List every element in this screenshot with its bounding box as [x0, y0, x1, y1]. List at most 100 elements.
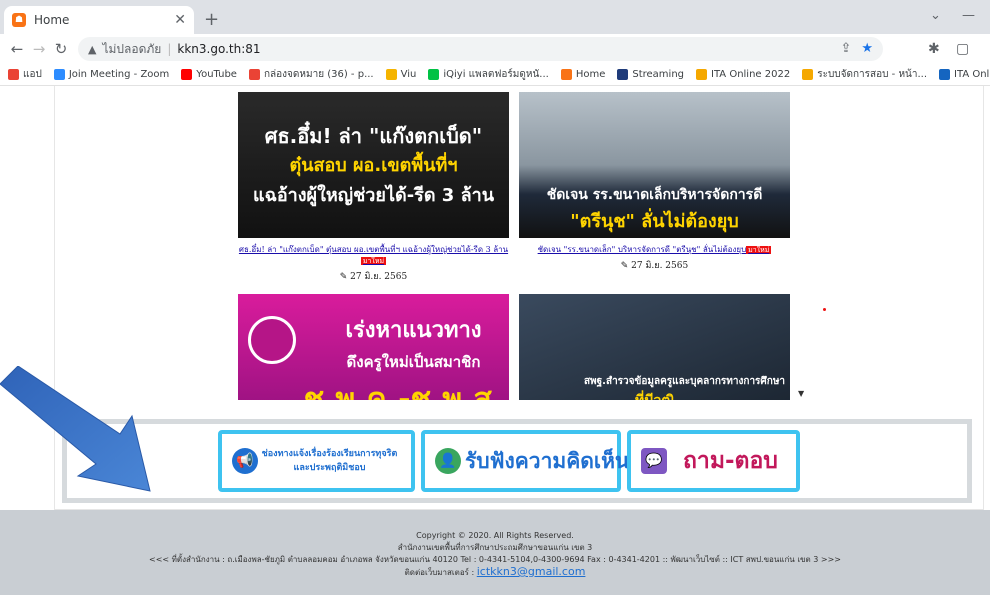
chevron-down-icon[interactable]: ⌄ [930, 8, 941, 23]
scroll-down-icon[interactable]: ▼ [798, 389, 804, 398]
browser-toolbar: ← → ↻ ▲ ไม่ปลอดภัย | kkn3.go.th:81 ⇪ ★ [0, 34, 990, 64]
bookmark-favicon-icon [696, 69, 708, 80]
news-title-link[interactable]: ชัดเจน "รร.ขนาดเล็ก" บริหารจัดการดี "ตรี… [519, 244, 790, 256]
bookmark-label: Join Meeting - Zoom [68, 69, 170, 80]
contact-line: ติดต่อเว็บมาสเตอร์ : ictkkn3@gmail.com [0, 566, 990, 579]
bookmark-label: Streaming [632, 69, 685, 80]
bookmark-item[interactable]: YouTube [181, 69, 237, 80]
news-date: ✎ 27 มิ.ย. 2565 [339, 272, 408, 282]
person-icon: 👤 [435, 448, 461, 474]
address-bar[interactable]: ▲ ไม่ปลอดภัย | kkn3.go.th:81 ⇪ ★ [78, 37, 883, 61]
new-badge: มาใหม่ [360, 257, 387, 265]
url-separator: | [167, 42, 172, 56]
bookmark-favicon-icon [802, 69, 814, 80]
thumb-headline: "ตรีนุช" ลั่นไม่ต้องยุบ [570, 211, 739, 232]
thumb-headline: ช.พ.ค.-ช.พ.ส. [303, 382, 504, 400]
complaint-button[interactable]: 📢 ช่องทางแจ้งเรื่องร้องเรียนการทุจริต แล… [218, 430, 415, 492]
scrollbar[interactable]: ▼ [798, 92, 808, 400]
complaint-label: ช่องทางแจ้งเรื่องร้องเรียนการทุจริต และป… [261, 449, 398, 473]
news-item: เร่งหาแนวทาง ดึงครูใหม่เป็นสมาชิก ช.พ.ค.… [238, 294, 509, 400]
thumb-headline: สพฐ.สำรวจข้อมูลครูและบุคลากรทางการศึกษา [583, 376, 786, 387]
bookmark-label: iQiyi แพลตฟอร์มดูหนั... [443, 69, 549, 80]
bookmark-favicon-icon [181, 69, 193, 80]
qa-label: ถาม-ตอบ [683, 448, 778, 474]
bookmark-item[interactable]: ระบบจัดการสอบ - หน้า... [802, 67, 927, 82]
bookmark-favicon-icon [617, 69, 629, 80]
web-page: ศธ.อึ๋ม! ล่า "แก๊งตกเบ็ด" ตุ๋นสอบ ผอ.เขต… [0, 86, 990, 595]
bookmark-item[interactable]: Home [560, 69, 606, 80]
bookmark-label: แอป [23, 69, 42, 80]
new-tab-button[interactable]: + [204, 9, 219, 30]
thumb-headline: ศธ.อึ๋ม! ล่า "แก๊งตกเบ็ด" [264, 124, 483, 148]
bookmark-label: Viu [400, 69, 417, 80]
qa-button[interactable]: 💬 ถาม-ตอบ [627, 430, 800, 492]
bookmark-label: กล่องจดหมาย (36) - p... [263, 69, 374, 80]
news-title-link[interactable]: ศธ.อึ๋ม! ล่า "แก๊งตกเบ็ด" ตุ๋นสอบ ผอ.เขต… [238, 244, 509, 267]
close-tab-icon[interactable]: ✕ [174, 12, 186, 28]
thumb-headline: แฉอ้างผู้ใหญ่ช่วยได้-รีด 3 ล้าน [252, 185, 495, 206]
reload-icon[interactable]: ↻ [50, 40, 72, 58]
bookmark-favicon-icon [560, 69, 572, 80]
news-title: ชัดเจน "รร.ขนาดเล็ก" บริหารจัดการดี "ตรี… [537, 245, 747, 254]
url-text[interactable]: kkn3.go.th:81 [177, 42, 260, 56]
bookmark-item[interactable]: ITA Online สถานศึกษา [939, 67, 990, 82]
feedback-button[interactable]: 👤 รับฟังความคิดเห็น [421, 430, 629, 492]
bookmark-label: Home [575, 69, 606, 80]
bookmarks-bar: แอป Join Meeting - Zoom YouTube กล่องจดหมาย… [0, 64, 990, 86]
bookmark-label: ITA Online สถานศึกษา [954, 69, 990, 80]
news-item: ชัดเจน รร.ขนาดเล็กบริหารจัดการดี "ตรีนุช… [519, 92, 790, 272]
pointer-arrow-icon [0, 366, 151, 492]
service-banner-box: 📢 ช่องทางแจ้งเรื่องร้องเรียนการทุจริต แล… [62, 419, 972, 503]
chat-people-icon: 💬 [641, 448, 667, 474]
back-arrow-icon[interactable]: ← [6, 40, 28, 58]
news-thumbnail[interactable]: สพฐ.สำรวจข้อมูลครูและบุคลากรทางการศึกษา … [519, 294, 790, 400]
bookmark-favicon-icon [53, 69, 65, 80]
tab-strip: ☗ Home ✕ + ⌄ — [0, 0, 990, 34]
bookmark-item[interactable]: กล่องจดหมาย (36) - p... [248, 67, 374, 82]
bookmark-favicon-icon [8, 69, 19, 80]
share-icon[interactable]: ⇪ [840, 41, 851, 56]
tab-home[interactable]: ☗ Home ✕ [4, 6, 194, 34]
news-scroll-area[interactable]: ศธ.อึ๋ม! ล่า "แก๊งตกเบ็ด" ตุ๋นสอบ ผอ.เขต… [238, 92, 806, 400]
bookmark-label: ITA Online 2022 [711, 69, 791, 80]
megaphone-icon: 📢 [232, 448, 258, 474]
news-item: ศธ.อึ๋ม! ล่า "แก๊งตกเบ็ด" ตุ๋นสอบ ผอ.เขต… [238, 92, 509, 283]
news-thumbnail[interactable]: ชัดเจน รร.ขนาดเล็กบริหารจัดการดี "ตรีนุช… [519, 92, 790, 238]
organization-name: สำนักงานเขตพื้นที่การศึกษาประถมศึกษาขอนแ… [397, 543, 593, 552]
warning-icon[interactable]: ▲ [88, 43, 96, 56]
news-title: ศธ.อึ๋ม! ล่า "แก๊งตกเบ็ด" ตุ๋นสอบ ผอ.เขต… [238, 245, 509, 254]
bookmark-item[interactable]: แอป [8, 67, 42, 82]
bookmark-item[interactable]: Streaming [617, 69, 684, 80]
thumb-headline: ตุ๋นสอบ ผอ.เขตพื้นที่ฯ [289, 155, 458, 176]
new-badge: มาใหม่ [746, 246, 772, 254]
security-label: ไม่ปลอดภัย [102, 41, 162, 56]
thumb-headline: เร่งหาแนวทาง [345, 318, 482, 343]
news-item: สพฐ.สำรวจข้อมูลครูและบุคลากรทางการศึกษา … [519, 294, 790, 400]
tab-title: Home [34, 13, 70, 27]
bookmark-star-icon[interactable]: ★ [861, 41, 873, 56]
side-panel-icon[interactable]: ▢ [956, 41, 969, 57]
forward-arrow-icon[interactable]: → [28, 40, 50, 58]
contact-label: ติดต่อเว็บมาสเตอร์ : [404, 568, 475, 577]
bookmark-favicon-icon [248, 69, 260, 80]
red-dot [823, 308, 826, 311]
school-logo-icon: ☗ [12, 13, 26, 27]
feedback-label: รับฟังความคิดเห็น [465, 448, 630, 473]
thumb-headline: ชัดเจน รร.ขนาดเล็กบริหารจัดการดี [546, 187, 763, 203]
bookmark-item[interactable]: Join Meeting - Zoom [53, 69, 170, 80]
bookmark-label: ระบบจัดการสอบ - หน้า... [817, 69, 928, 80]
bookmark-item[interactable]: iQiyi แพลตฟอร์มดูหนั... [428, 67, 549, 82]
extensions-icon[interactable]: ✱ [928, 41, 940, 57]
news-thumbnail[interactable]: ศธ.อึ๋ม! ล่า "แก๊งตกเบ็ด" ตุ๋นสอบ ผอ.เขต… [238, 92, 509, 238]
bookmark-item[interactable]: ITA Online 2022 [696, 69, 790, 80]
news-thumbnail[interactable]: เร่งหาแนวทาง ดึงครูใหม่เป็นสมาชิก ช.พ.ค.… [238, 294, 509, 400]
bookmark-favicon-icon [939, 69, 951, 80]
minimize-icon[interactable]: — [962, 8, 975, 23]
bookmark-item[interactable]: Viu [385, 69, 417, 80]
webmaster-email-link[interactable]: ictkkn3@gmail.com [477, 565, 586, 578]
bookmark-favicon-icon [385, 69, 397, 80]
news-date: ✎ 27 มิ.ย. 2565 [620, 261, 689, 271]
bookmark-favicon-icon [428, 69, 440, 80]
site-footer: Copyright © 2020. All Rights Reserved. ส… [0, 510, 990, 595]
copyright-text: Copyright © 2020. All Rights Reserved. [416, 531, 574, 540]
